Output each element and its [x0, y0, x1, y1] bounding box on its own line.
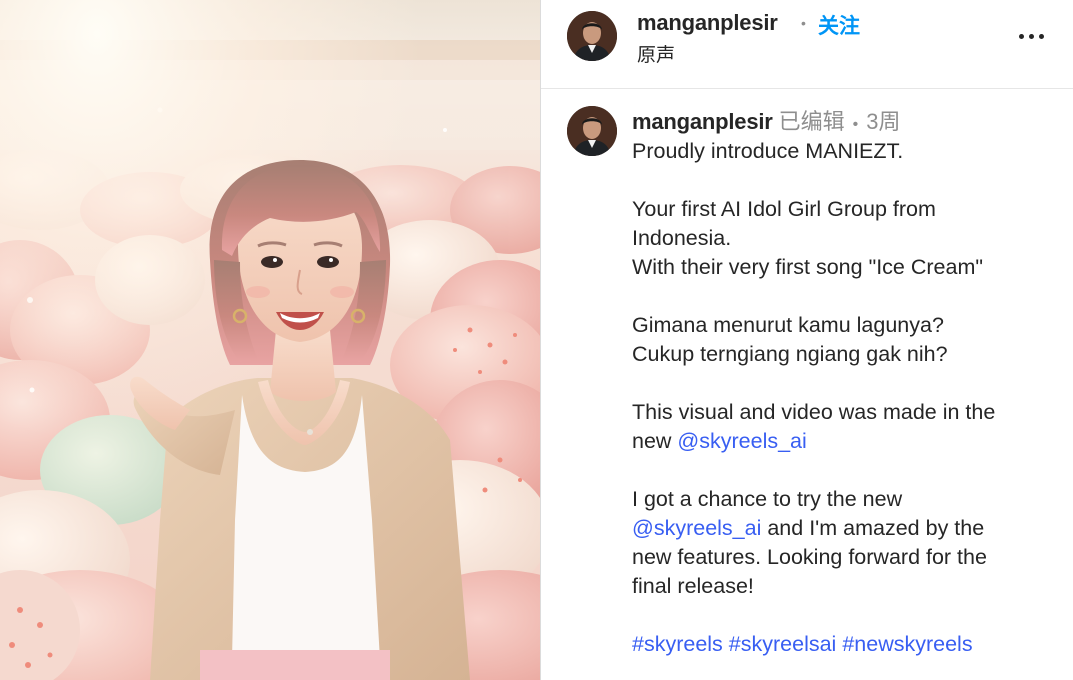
caption-line: @skyreels_ai and I'm amazed by the	[632, 514, 1062, 543]
caption-header: manganplesir 已编辑 • 3周	[632, 107, 901, 140]
caption-line: This visual and video was made in the	[632, 400, 996, 424]
caption-line: new features. Looking forward for the	[632, 545, 987, 569]
profile-photo-icon	[567, 11, 617, 61]
caption-line: Your first AI Idol Girl Group from	[632, 197, 936, 221]
caption-line: final release!	[632, 574, 754, 598]
post-timestamp[interactable]: 3周	[866, 109, 900, 134]
hashtag-link[interactable]: #skyreels	[632, 632, 723, 656]
caption-line: Cukup terngiang ngiang gak nih?	[632, 342, 948, 366]
edited-label: 已编辑	[778, 109, 845, 134]
more-dot	[1039, 34, 1044, 39]
caption-avatar[interactable]	[567, 106, 617, 156]
more-dot	[1019, 34, 1024, 39]
caption-line: Gimana menurut kamu lagunya?	[632, 313, 944, 337]
ai-idol-girl-image	[0, 0, 540, 680]
caption-username[interactable]: manganplesir	[632, 109, 773, 134]
separator-dot: •	[852, 116, 859, 133]
mention-link-skyreels-ai[interactable]: @skyreels_ai	[677, 429, 806, 453]
more-dot	[1029, 34, 1034, 39]
caption-text-fragment: new	[632, 429, 678, 453]
follow-button[interactable]: 关注	[818, 10, 860, 40]
caption-line: new @skyreels_ai	[632, 427, 1062, 456]
post-author-username[interactable]: manganplesir	[637, 10, 778, 36]
post-media[interactable]	[0, 0, 540, 680]
hashtag-line: #skyreels #skyreelsai #newskyreels	[632, 630, 1062, 659]
hashtag-link[interactable]: #newskyreels	[842, 632, 972, 656]
caption-text-fragment: and I'm amazed by the	[761, 516, 985, 540]
profile-photo-icon	[567, 106, 617, 156]
post-sidebar: manganplesir • 关注 原声 manganplesir 已编辑 • …	[541, 0, 1073, 680]
caption-line: Proudly introduce MANIEZT.	[632, 139, 904, 163]
mention-link-skyreels-ai[interactable]: @skyreels_ai	[632, 516, 761, 540]
post-view: manganplesir • 关注 原声 manganplesir 已编辑 • …	[0, 0, 1073, 680]
caption-text: Proudly introduce MANIEZT. Your first AI…	[632, 137, 1062, 659]
avatar[interactable]	[567, 11, 617, 61]
caption-line: Indonesia.	[632, 226, 732, 250]
post-header: manganplesir • 关注 原声	[541, 0, 1073, 89]
separator-dot: •	[801, 15, 806, 31]
hashtag-link[interactable]: #skyreelsai	[729, 632, 837, 656]
caption-line: With their very first song "Ice Cream"	[632, 255, 983, 279]
original-audio-link[interactable]: 原声	[637, 40, 675, 67]
more-options-icon[interactable]	[1017, 24, 1047, 50]
caption-line: I got a chance to try the new	[632, 487, 903, 511]
